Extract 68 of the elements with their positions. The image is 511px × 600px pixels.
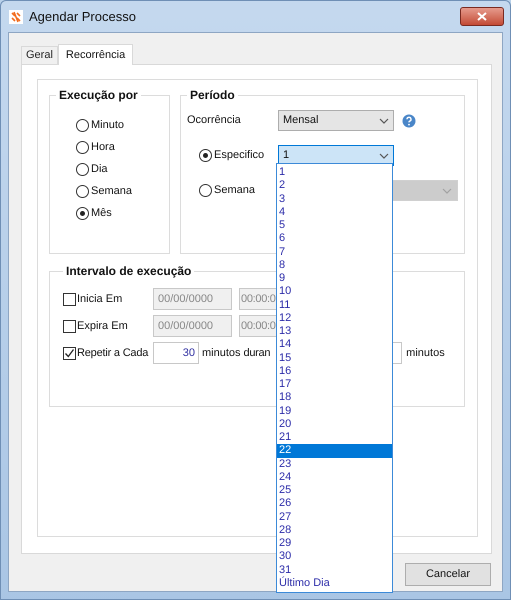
list-item[interactable]: 23 bbox=[277, 458, 392, 471]
radio-label: Hora bbox=[91, 140, 115, 155]
list-item[interactable]: 6 bbox=[277, 232, 392, 246]
chevron-down-icon bbox=[379, 118, 389, 124]
group-title: Execução por bbox=[58, 87, 139, 104]
radio-button[interactable] bbox=[76, 140, 89, 154]
radio-button[interactable] bbox=[76, 184, 89, 198]
list-item[interactable]: 17 bbox=[277, 378, 392, 392]
list-item[interactable]: Último Dia bbox=[277, 576, 392, 590]
radio-label: Minuto bbox=[91, 118, 124, 133]
checkbox[interactable] bbox=[63, 346, 76, 360]
list-item[interactable]: 25 bbox=[277, 484, 392, 498]
list-item[interactable]: 22 bbox=[277, 444, 392, 458]
close-icon bbox=[477, 12, 487, 21]
radio-label: Semana bbox=[214, 183, 255, 198]
radio-label: Especifico bbox=[214, 148, 264, 164]
radio-label: Dia bbox=[91, 162, 108, 177]
list-item[interactable]: 28 bbox=[277, 524, 392, 537]
radio-label: Mês bbox=[91, 206, 112, 221]
list-item[interactable]: 26 bbox=[277, 497, 392, 510]
list-item[interactable]: 15 bbox=[277, 352, 392, 365]
checkbox-label: Repetir a Cada bbox=[76, 346, 150, 361]
list-item[interactable]: 27 bbox=[277, 510, 392, 524]
radio-button[interactable] bbox=[76, 206, 89, 220]
list-item[interactable]: 20 bbox=[277, 418, 392, 431]
chevron-down-icon bbox=[442, 188, 452, 194]
list-item[interactable]: 8 bbox=[277, 258, 392, 272]
unit-label: minutos bbox=[202, 346, 241, 361]
cancel-button[interactable]: Cancelar bbox=[405, 563, 491, 586]
close-button[interactable] bbox=[460, 7, 504, 26]
interval-field[interactable]: 30 bbox=[153, 342, 199, 364]
checkbox[interactable] bbox=[63, 320, 76, 332]
group-title: Intervalo de execução bbox=[65, 263, 192, 280]
radio-button[interactable] bbox=[199, 184, 212, 197]
radio-button[interactable] bbox=[199, 149, 212, 162]
tab[interactable]: Geral bbox=[21, 46, 58, 64]
list-item[interactable]: 31 bbox=[277, 564, 392, 577]
tab[interactable]: Recorrência bbox=[58, 44, 134, 65]
list-item[interactable]: 3 bbox=[277, 192, 392, 206]
radio-label: Semana bbox=[91, 184, 132, 199]
list-item[interactable]: 30 bbox=[277, 550, 392, 564]
radio-button[interactable] bbox=[76, 118, 89, 132]
unit-label: minutos bbox=[406, 346, 445, 361]
list-item[interactable]: 29 bbox=[277, 537, 392, 550]
radio-button[interactable] bbox=[76, 162, 89, 176]
checkbox-label: Expira Em bbox=[76, 318, 129, 334]
group-title: Período bbox=[189, 87, 236, 104]
checkbox[interactable] bbox=[63, 292, 76, 306]
list-item[interactable]: 21 bbox=[277, 431, 392, 444]
list-item[interactable]: 7 bbox=[277, 246, 392, 259]
duration-label: duran bbox=[244, 346, 270, 361]
list-item[interactable]: 19 bbox=[277, 404, 392, 418]
list-item[interactable]: 5 bbox=[277, 219, 392, 232]
occurrence-dropdown[interactable]: Mensal bbox=[278, 110, 394, 131]
list-item[interactable]: 9 bbox=[277, 272, 392, 286]
field-label: Ocorrência bbox=[187, 113, 242, 128]
app-icon bbox=[9, 10, 23, 24]
help-icon[interactable] bbox=[402, 114, 416, 128]
window-title: Agendar Processo bbox=[29, 8, 136, 26]
chevron-down-icon bbox=[379, 152, 389, 158]
checkbox-label: Inicia Em bbox=[76, 292, 124, 307]
list-item[interactable]: 14 bbox=[277, 338, 392, 352]
list-item[interactable]: 16 bbox=[277, 364, 392, 378]
list-item[interactable]: 1 bbox=[277, 166, 392, 180]
list-item[interactable]: 4 bbox=[277, 206, 392, 219]
list-item[interactable]: 18 bbox=[277, 391, 392, 404]
list-item[interactable]: 2 bbox=[277, 179, 392, 192]
list-item[interactable]: 24 bbox=[277, 470, 392, 484]
